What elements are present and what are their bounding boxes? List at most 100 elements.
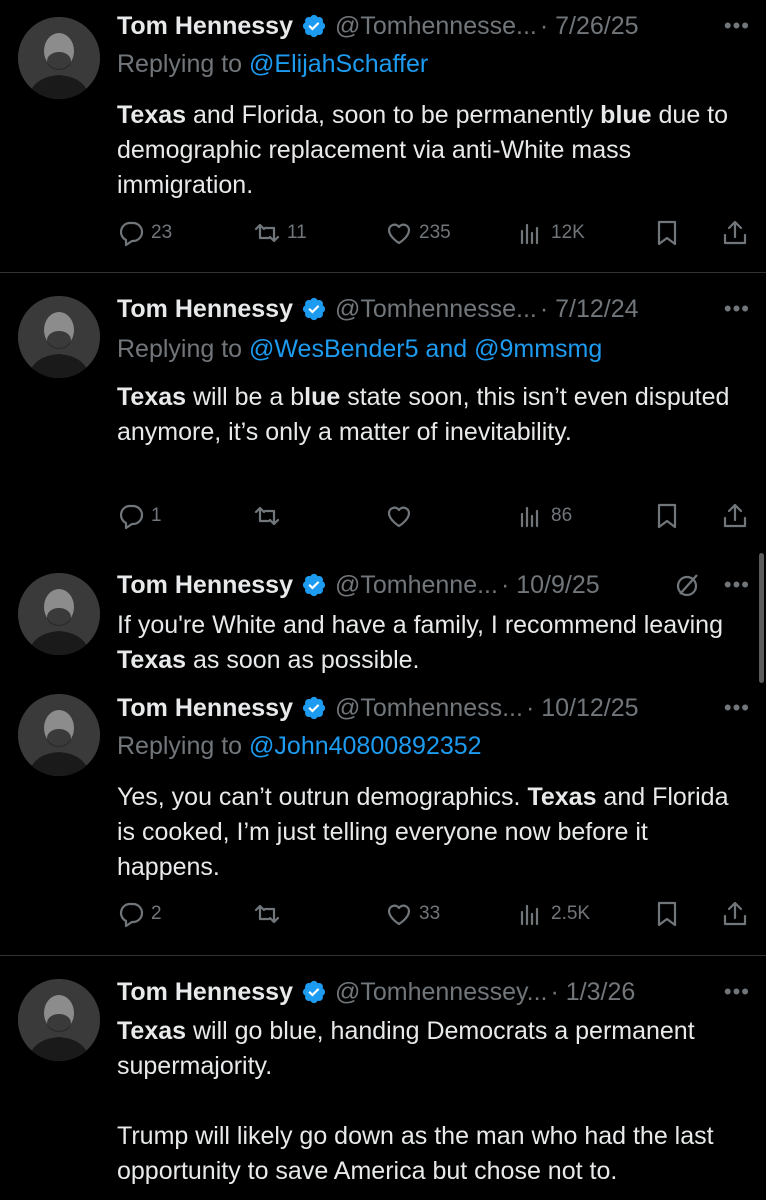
share-button[interactable] [721,219,755,247]
more-icon[interactable]: ••• [724,13,750,39]
replying-to-link[interactable]: @ElijahSchaffer [249,50,428,78]
author-name[interactable]: Tom Hennessy [117,694,293,723]
verified-badge-icon [301,13,327,39]
more-icon[interactable]: ••• [724,979,750,1005]
tweet-text-segment: If you're White and have a family, I rec… [117,611,723,639]
share-icon [723,901,747,926]
author-name[interactable]: Tom Hennessy [117,295,293,324]
like-count: 33 [419,903,441,924]
action-bar: 23 11 235 12K [117,219,757,253]
tweet-text-segment: Yes, you can’t outrun demographics. [117,783,528,811]
views-button[interactable]: 2.5K [517,900,590,928]
author-handle[interactable]: @Tomhennessey... [335,978,548,1007]
reply-button[interactable]: 2 [117,900,162,928]
like-button[interactable] [385,502,419,530]
bookmark-icon [657,901,677,927]
views-icon [520,506,539,528]
tweet-header: Tom Hennessy @Tomhennessey... · 1/3/26 •… [117,972,766,1012]
tweet-text: Texas and Florida, soon to be permanentl… [117,98,747,203]
views-count: 12K [551,222,585,243]
verified-badge-icon [301,979,327,1005]
tweet-text: If you're White and have a family, I rec… [117,608,747,678]
tweet-text: Texas will go blue, handing Democrats a … [117,1014,747,1189]
share-icon [723,220,747,245]
replying-to: Replying to @ElijahSchaffer [117,50,429,78]
edited-icon[interactable] [674,571,702,599]
replying-to: Replying to @John40800892352 [117,732,482,760]
tweet-text: Texas will be a blue state soon, this is… [117,380,747,450]
author-name[interactable]: Tom Hennessy [117,978,293,1007]
reply-count: 1 [151,505,162,526]
more-icon[interactable]: ••• [724,695,750,721]
share-button[interactable] [721,900,755,928]
tweet-text-segment: as soon as possible. [186,646,420,674]
replying-to-link[interactable]: @John40800892352 [249,732,482,760]
tweet-text-emphasis: Texas [527,783,597,811]
author-handle[interactable]: @Tomhenne... [335,571,498,600]
tweet-text-segment: will be a b [186,383,305,411]
tweet-text-segment: will go blue, handing Democrats a perman… [117,1017,702,1080]
tweet-text-segment: and Florida, soon to be permanently [186,101,601,129]
tweet-text-emphasis: blue [600,101,652,129]
like-icon [387,506,411,528]
like-button[interactable]: 33 [385,900,440,928]
tweet-date[interactable]: · 10/12/25 [526,694,639,723]
views-icon [520,223,539,245]
tweet-date[interactable]: · 7/12/24 [540,295,639,324]
bookmark-button[interactable] [653,219,687,247]
repost-button[interactable] [253,900,287,928]
like-icon [387,223,411,245]
tweet-text-segment: Trump will likely go down as the man who… [117,1122,714,1185]
tweet-text-emphasis: Texas [117,646,187,674]
action-bar: 2 33 2.5K [117,900,757,934]
tweet-header: Tom Hennessy @Tomhennesse... · 7/12/24 •… [117,289,766,329]
verified-badge-icon [301,572,327,598]
author-handle[interactable]: @Tomhennesse... [335,295,537,324]
reply-button[interactable]: 23 [117,219,172,247]
bookmark-button[interactable] [653,502,687,530]
tweet-text-emphasis: Texas [117,383,187,411]
author-name[interactable]: Tom Hennessy [117,571,293,600]
views-button[interactable]: 86 [517,502,572,530]
tweet-date[interactable]: · 1/3/26 [551,978,636,1007]
repost-button[interactable]: 11 [253,219,307,247]
tweet-date[interactable]: · 10/9/25 [501,571,600,600]
reply-button[interactable]: 1 [117,502,162,530]
tweet-header: Tom Hennessy @Tomhennesse... · 7/26/25 •… [117,6,766,46]
like-button[interactable]: 235 [385,219,451,247]
repost-count: 11 [287,222,307,243]
author-handle[interactable]: @Tomhennesse... [335,12,537,41]
reply-count: 2 [151,903,162,924]
author-name[interactable]: Tom Hennessy [117,12,293,41]
views-count: 86 [551,505,573,526]
bookmark-icon [657,503,677,529]
divider [0,272,766,273]
share-icon [723,503,747,528]
reply-icon [119,902,144,928]
avatar[interactable] [18,296,100,378]
more-icon[interactable]: ••• [724,296,750,322]
repost-button[interactable] [253,502,287,530]
views-count: 2.5K [551,903,591,924]
like-icon [387,904,411,926]
reply-icon [119,221,144,247]
repost-icon [254,223,280,243]
avatar[interactable] [18,694,100,776]
avatar[interactable] [18,17,100,99]
share-button[interactable] [721,502,755,530]
reply-count: 23 [151,222,173,243]
author-handle[interactable]: @Tomhenness... [335,694,523,723]
bookmark-icon [657,220,677,246]
action-bar: 1 86 [117,502,757,536]
avatar[interactable] [18,573,100,655]
bookmark-button[interactable] [653,900,687,928]
views-button[interactable]: 12K [517,219,585,247]
verified-badge-icon [301,695,327,721]
replying-to-link[interactable]: @WesBender5 and @9mmsmg [249,335,602,363]
verified-badge-icon [301,296,327,322]
tweet-date[interactable]: · 7/26/25 [540,12,639,41]
tweet-text-emphasis: Texas [117,101,187,129]
scrollbar[interactable] [759,553,764,683]
avatar[interactable] [18,979,100,1061]
more-icon[interactable]: ••• [724,572,750,598]
